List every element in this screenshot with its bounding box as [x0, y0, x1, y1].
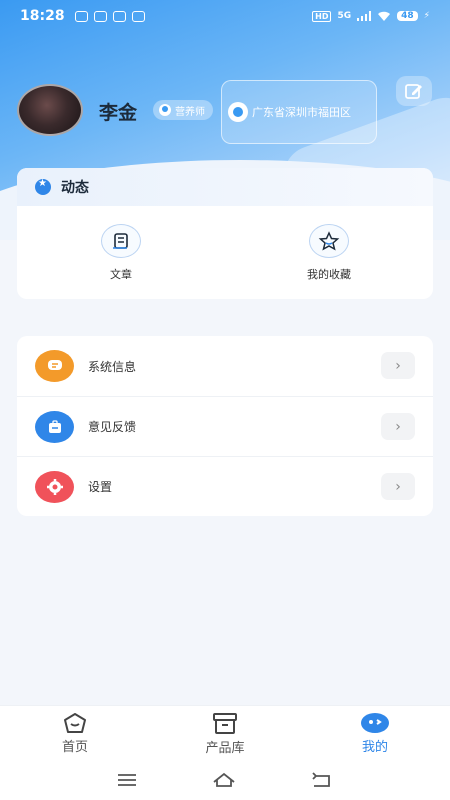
dynamics-card: 动态 文章 我的收藏 — [17, 168, 433, 299]
cloud-icon — [112, 10, 126, 22]
wifi-icon — [378, 11, 391, 21]
charging-icon: ⚡ — [423, 11, 430, 21]
battery-level: 48 — [397, 11, 418, 21]
mine-face-icon — [361, 712, 389, 733]
gear-icon — [35, 470, 74, 503]
location-eye-icon — [228, 102, 248, 122]
menu-item-system-info[interactable]: 系统信息 › — [17, 336, 433, 396]
tiktok-icon — [131, 10, 145, 22]
tab-products-label: 产品库 — [205, 740, 245, 756]
user-name: 李金 — [99, 102, 138, 124]
edit-icon — [405, 84, 422, 99]
location-text: 广东省深圳市福田区 — [252, 106, 351, 119]
article-label: 文章 — [110, 267, 132, 281]
signal-icon — [357, 11, 372, 21]
tab-mine-label: 我的 — [361, 739, 388, 755]
network-label: 5G — [337, 11, 352, 21]
system-nav-bar — [0, 760, 450, 800]
chevron-right-icon[interactable]: › — [381, 352, 415, 379]
chevron-right-icon[interactable]: › — [381, 473, 415, 500]
dynamics-item-article[interactable]: 文章 — [17, 206, 225, 299]
home-face-icon — [64, 712, 86, 733]
product-box-icon — [213, 712, 237, 734]
notification-icons — [74, 10, 145, 22]
tab-products[interactable]: 产品库 — [150, 706, 300, 760]
menu-lines-icon[interactable] — [117, 773, 137, 787]
menu-item-feedback[interactable]: 意见反馈 › — [17, 396, 433, 456]
star-badge-icon — [35, 178, 51, 195]
menu-item-settings[interactable]: 设置 › — [17, 456, 433, 516]
edit-profile-button[interactable] — [396, 76, 432, 106]
person-icon — [159, 104, 171, 116]
avatar[interactable] — [17, 84, 83, 136]
back-nav-icon[interactable] — [311, 772, 333, 788]
message-icon — [35, 350, 74, 382]
notification-icon — [74, 10, 88, 22]
home-nav-icon[interactable] — [212, 772, 236, 788]
tab-home[interactable]: 首页 — [0, 706, 150, 760]
chevron-right-icon[interactable]: › — [381, 413, 415, 440]
article-icon — [101, 223, 141, 258]
feedback-label: 意见反馈 — [88, 420, 137, 434]
dynamics-title: 动态 — [61, 180, 89, 196]
hd-badge: HD — [312, 10, 332, 22]
feedback-briefcase-icon — [35, 410, 74, 443]
status-time: 18:28 — [20, 8, 65, 24]
favorites-star-icon — [309, 223, 349, 258]
role-badge: 营养师 — [153, 100, 213, 120]
dynamics-header: 动态 — [17, 168, 433, 206]
settings-label: 设置 — [88, 480, 113, 494]
dynamics-items: 文章 我的收藏 — [17, 206, 433, 299]
tab-mine[interactable]: 我的 — [300, 706, 450, 760]
status-right: HD 5G 48 ⚡ — [312, 10, 430, 22]
dynamics-item-favorites[interactable]: 我的收藏 — [225, 206, 433, 299]
favorites-label: 我的收藏 — [307, 267, 351, 281]
tab-home-label: 首页 — [61, 739, 88, 755]
bottom-tab-bar: 首页 产品库 我的 — [0, 705, 450, 760]
status-bar: 18:28 HD 5G 48 ⚡ — [0, 0, 450, 32]
role-label: 营养师 — [175, 106, 205, 118]
system-info-label: 系统信息 — [88, 359, 137, 374]
chat-icon — [93, 10, 107, 22]
location-box[interactable]: 广东省深圳市福田区 — [221, 80, 377, 144]
menu-card: 系统信息 › 意见反馈 › 设置 › — [17, 336, 433, 516]
